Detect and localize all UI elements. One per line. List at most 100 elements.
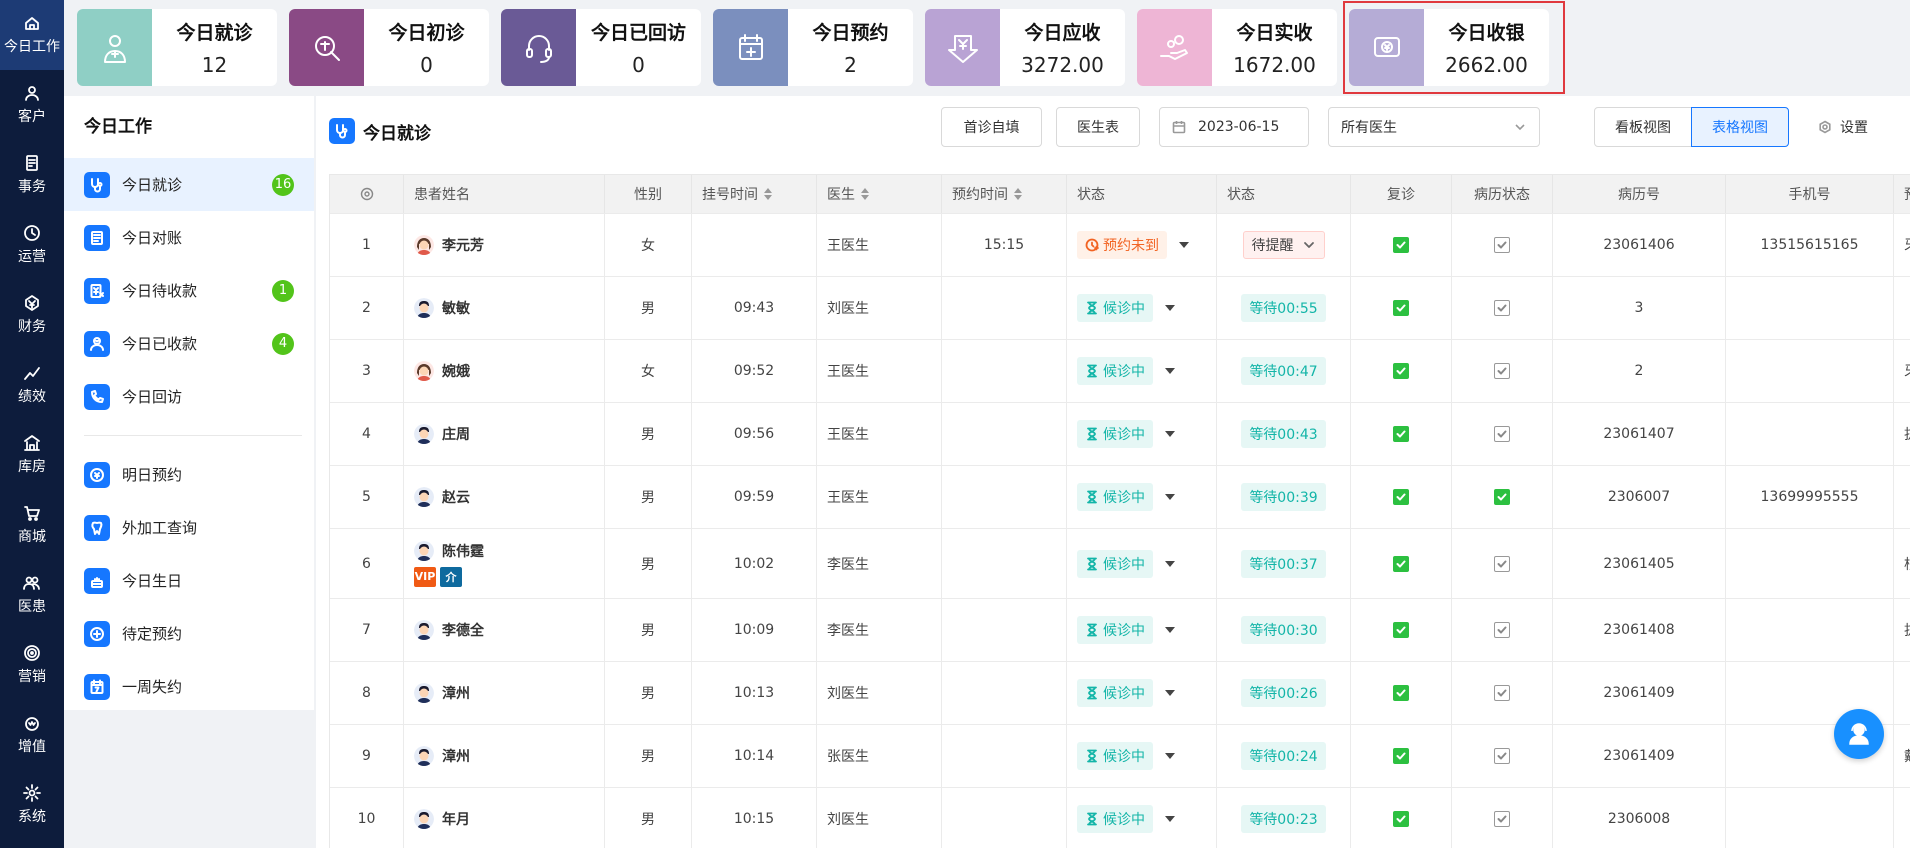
sidebar-item[interactable]: 今日已收款 4 <box>64 317 314 370</box>
table-row[interactable]: 7 李德全 男 10:09 李医生 候诊中 等待00:30 23061408 拔 <box>330 599 1910 662</box>
table-row[interactable]: 2 敏敏 男 09:43 刘医生 候诊中 等待00:55 3 <box>330 277 1910 340</box>
status-dropdown-caret[interactable] <box>1165 690 1175 696</box>
patient-name[interactable]: 漳州 <box>442 746 470 766</box>
table-row[interactable]: 3 婉娥 女 09:52 王医生 候诊中 等待00:47 2 牙 <box>330 340 1910 403</box>
revisit-checkbox[interactable] <box>1393 300 1409 316</box>
table-view-button[interactable]: 表格视图 <box>1691 107 1789 147</box>
sort-icon[interactable] <box>764 188 772 200</box>
remind-dropdown[interactable]: 待提醒 <box>1242 231 1325 259</box>
status-tag[interactable]: 候诊中 <box>1077 420 1153 448</box>
table-row[interactable]: 9 漳州 男 10:14 张医生 候诊中 等待00:24 23061409 戴 <box>330 725 1910 788</box>
status-tag[interactable]: 预约未到 <box>1077 231 1167 259</box>
record-status-checkbox[interactable] <box>1494 622 1510 638</box>
status-tag[interactable]: 候诊中 <box>1077 616 1153 644</box>
patient-name[interactable]: 婉娥 <box>442 361 470 381</box>
rail-item-2[interactable]: 客户 <box>0 70 64 140</box>
sidebar-item[interactable]: 一周失约 <box>64 660 314 713</box>
rail-item-4[interactable]: 运营 <box>0 210 64 280</box>
settings-button[interactable]: 设置 <box>1808 107 1878 147</box>
revisit-checkbox[interactable] <box>1393 555 1409 572</box>
status-dropdown-caret[interactable] <box>1165 305 1175 311</box>
stat-card[interactable]: 今日收银 2662.00 <box>1349 9 1549 86</box>
revisit-checkbox[interactable] <box>1393 685 1409 701</box>
patient-name[interactable]: 陈伟霆 <box>442 541 484 561</box>
status-tag[interactable]: 候诊中 <box>1077 357 1153 385</box>
support-button[interactable] <box>1834 709 1884 759</box>
status-dropdown-caret[interactable] <box>1179 242 1189 248</box>
status-tag[interactable]: 候诊中 <box>1077 294 1153 322</box>
rail-item-12[interactable]: 系统 <box>0 770 64 840</box>
record-status-checkbox[interactable] <box>1494 300 1510 316</box>
rail-item-9[interactable]: 医患 <box>0 560 64 630</box>
rail-item-5[interactable]: 财务 <box>0 280 64 350</box>
column-header[interactable]: 预约时间 <box>942 175 1067 213</box>
revisit-checkbox[interactable] <box>1393 237 1409 253</box>
stat-card[interactable]: 今日实收 1672.00 <box>1137 9 1337 86</box>
patient-name[interactable]: 李元芳 <box>442 235 484 255</box>
patient-name[interactable]: 庄周 <box>442 424 470 444</box>
status-tag[interactable]: 候诊中 <box>1077 805 1153 833</box>
status-dropdown-caret[interactable] <box>1165 494 1175 500</box>
status-dropdown-caret[interactable] <box>1165 753 1175 759</box>
stat-card[interactable]: 今日应收 3272.00 <box>925 9 1125 86</box>
status-tag[interactable]: 候诊中 <box>1077 483 1153 511</box>
revisit-checkbox[interactable] <box>1393 363 1409 379</box>
stat-card[interactable]: 今日初诊 0 <box>289 9 489 86</box>
status-dropdown-caret[interactable] <box>1165 560 1175 567</box>
status-tag[interactable]: 候诊中 <box>1077 742 1153 770</box>
patient-name[interactable]: 赵云 <box>442 487 470 507</box>
status-dropdown-caret[interactable] <box>1165 368 1175 374</box>
column-header[interactable]: 挂号时间 <box>692 175 817 213</box>
column-header[interactable]: 医生 <box>817 175 942 213</box>
stat-card[interactable]: 今日就诊 12 <box>77 9 277 86</box>
rail-item-10[interactable]: 营销 <box>0 630 64 700</box>
sidebar-item[interactable]: 今日对账 <box>64 211 314 264</box>
table-row[interactable]: 6 陈伟霆 VIP介 男 10:02 李医生 候诊中 等待00:37 23061405 根 <box>330 529 1910 599</box>
record-status-checkbox[interactable] <box>1494 489 1510 505</box>
rail-item-11[interactable]: 增值 <box>0 700 64 770</box>
record-status-checkbox[interactable] <box>1494 685 1510 701</box>
record-status-checkbox[interactable] <box>1494 555 1510 572</box>
status-dropdown-caret[interactable] <box>1165 627 1175 633</box>
status-dropdown-caret[interactable] <box>1165 431 1175 437</box>
table-row[interactable]: 10 年月 男 10:15 刘医生 候诊中 等待00:23 2306008 <box>330 788 1910 848</box>
stat-card[interactable]: 今日预约 2 <box>713 9 913 86</box>
status-tag[interactable]: 候诊中 <box>1077 679 1153 707</box>
rail-item-8[interactable]: 商城 <box>0 490 64 560</box>
table-row[interactable]: 4 庄周 男 09:56 王医生 候诊中 等待00:43 23061407 拔 <box>330 403 1910 466</box>
date-picker[interactable]: 2023-06-15 <box>1159 107 1309 147</box>
sidebar-item[interactable]: 今日回访 <box>64 370 314 423</box>
status-dropdown-caret[interactable] <box>1165 816 1175 822</box>
revisit-checkbox[interactable] <box>1393 622 1409 638</box>
kanban-view-button[interactable]: 看板视图 <box>1594 107 1692 147</box>
sort-icon[interactable] <box>861 188 869 200</box>
status-tag[interactable]: 候诊中 <box>1077 549 1153 578</box>
sidebar-item[interactable]: 今日待收款 1 <box>64 264 314 317</box>
stat-card[interactable]: 今日已回访 0 <box>501 9 701 86</box>
patient-name[interactable]: 漳州 <box>442 683 470 703</box>
self-fill-button[interactable]: 首诊自填 <box>941 107 1042 147</box>
record-status-checkbox[interactable] <box>1494 363 1510 379</box>
record-status-checkbox[interactable] <box>1494 811 1510 827</box>
revisit-checkbox[interactable] <box>1393 426 1409 442</box>
sidebar-item[interactable]: 今日就诊 16 <box>64 158 314 211</box>
patient-name[interactable]: 年月 <box>442 809 470 829</box>
rail-item-1[interactable]: 今日工作 <box>0 0 64 70</box>
revisit-checkbox[interactable] <box>1393 489 1409 505</box>
patient-name[interactable]: 敏敏 <box>442 298 470 318</box>
record-status-checkbox[interactable] <box>1494 748 1510 764</box>
revisit-checkbox[interactable] <box>1393 811 1409 827</box>
sidebar-item[interactable]: 外加工查询 <box>64 501 314 554</box>
table-row[interactable]: 1 李元芳 女 王医生 15:15 预约未到 待提醒 23061406 13515615165 牙 <box>330 214 1910 277</box>
patient-name[interactable]: 李德全 <box>442 620 484 640</box>
revisit-checkbox[interactable] <box>1393 748 1409 764</box>
table-row[interactable]: 8 漳州 男 10:13 刘医生 候诊中 等待00:26 23061409 <box>330 662 1910 725</box>
rail-item-6[interactable]: 绩效 <box>0 350 64 420</box>
sort-icon[interactable] <box>1014 188 1022 200</box>
doctor-select[interactable]: 所有医生 <box>1328 107 1540 147</box>
table-row[interactable]: 5 赵云 男 09:59 王医生 候诊中 等待00:39 2306007 13699995555 <box>330 466 1910 529</box>
sidebar-item[interactable]: 今日生日 <box>64 554 314 607</box>
rail-item-7[interactable]: 库房 <box>0 420 64 490</box>
doctor-table-button[interactable]: 医生表 <box>1056 107 1140 147</box>
record-status-checkbox[interactable] <box>1494 426 1510 442</box>
